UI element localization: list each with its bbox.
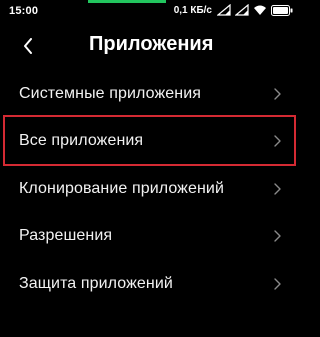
status-bar: 15:00 0,1 КБ/с — [0, 0, 299, 24]
status-time: 15:00 — [9, 5, 39, 17]
menu-item-label: Все приложения — [19, 132, 144, 150]
menu-item-permissions[interactable]: Разрешения — [0, 213, 299, 261]
back-button[interactable] — [14, 32, 42, 60]
page-title: Приложения — [89, 33, 214, 55]
menu-item-label: Системные приложения — [19, 84, 201, 102]
menu-item-dual-apps[interactable]: Клонирование приложений — [0, 165, 299, 213]
settings-menu: Системные приложения Все приложения Клон… — [0, 70, 299, 308]
chevron-right-icon — [274, 88, 281, 100]
status-icons: 0,1 КБ/с — [174, 4, 293, 16]
battery-icon — [271, 4, 293, 16]
menu-item-label: Клонирование приложений — [19, 179, 224, 197]
chevron-right-icon — [274, 183, 281, 195]
network-speed: 0,1 КБ/с — [173, 4, 212, 16]
chevron-right-icon — [274, 278, 281, 290]
menu-item-label: Защита приложений — [19, 274, 173, 292]
signal-icon — [235, 4, 249, 16]
wifi-icon — [254, 5, 266, 15]
chevron-right-icon — [274, 230, 281, 242]
menu-item-label: Разрешения — [19, 227, 113, 245]
header: Приложения — [0, 30, 299, 66]
chevron-left-icon — [24, 38, 32, 54]
menu-item-system-apps[interactable]: Системные приложения — [0, 70, 299, 118]
chevron-right-icon — [274, 135, 281, 147]
signal-icon — [217, 4, 231, 16]
menu-item-all-apps[interactable]: Все приложения — [0, 118, 299, 166]
menu-item-app-lock[interactable]: Защита приложений — [0, 260, 299, 308]
